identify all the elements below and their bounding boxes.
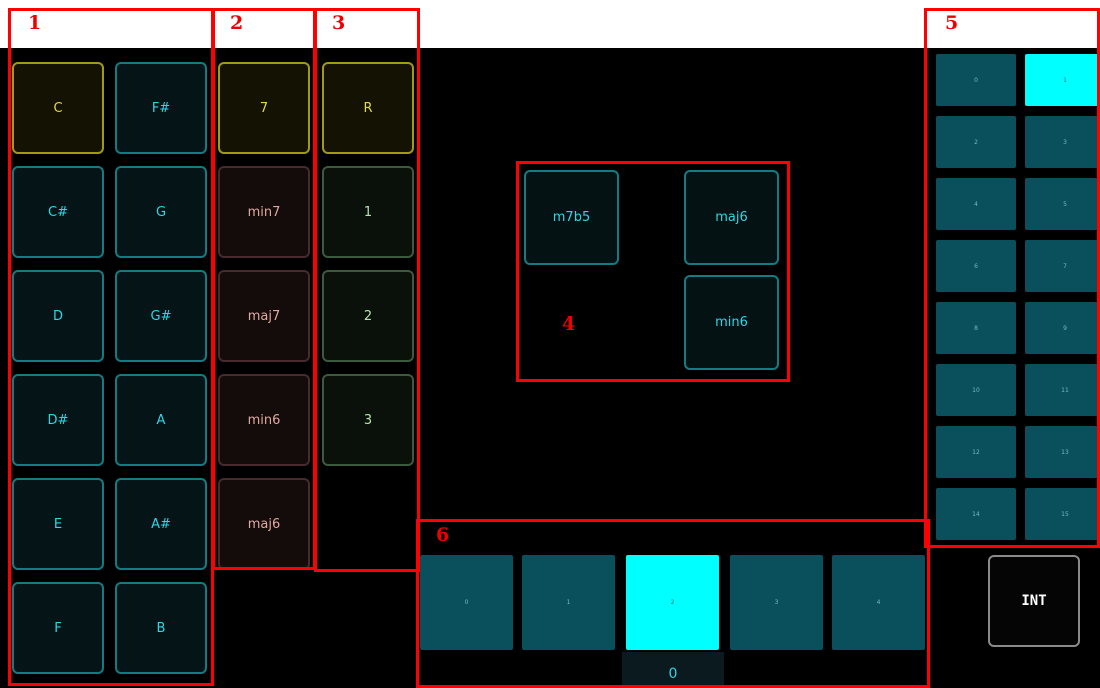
step-button-1[interactable]: 1 <box>522 555 615 650</box>
quality-button-maj6[interactable]: maj6 <box>218 478 310 570</box>
inversion-button-r[interactable]: R <box>322 62 414 154</box>
bank-button-5[interactable]: 5 <box>1025 178 1100 230</box>
bank-button-1[interactable]: 1 <box>1025 54 1100 106</box>
quality-button-min7[interactable]: min7 <box>218 166 310 258</box>
inversion-button-3[interactable]: 3 <box>322 374 414 466</box>
note-button-d-sharp[interactable]: D# <box>12 374 104 466</box>
step-button-0[interactable]: 0 <box>420 555 513 650</box>
inversion-button-1[interactable]: 1 <box>322 166 414 258</box>
note-button-e[interactable]: E <box>12 478 104 570</box>
note-button-c-sharp[interactable]: C# <box>12 166 104 258</box>
step-button-2[interactable]: 2 <box>626 555 719 650</box>
quality-button-min6[interactable]: min6 <box>218 374 310 466</box>
bank-button-6[interactable]: 6 <box>936 240 1016 292</box>
annotation-label-3: 3 <box>332 12 346 34</box>
bank-button-4[interactable]: 4 <box>936 178 1016 230</box>
bank-button-3[interactable]: 3 <box>1025 116 1100 168</box>
note-button-a[interactable]: A <box>115 374 207 466</box>
inversion-button-2[interactable]: 2 <box>322 270 414 362</box>
quality-button-7[interactable]: 7 <box>218 62 310 154</box>
bank-button-10[interactable]: 10 <box>936 364 1016 416</box>
bank-button-2[interactable]: 2 <box>936 116 1016 168</box>
top-bar-center <box>420 0 928 48</box>
annotation-label-2: 2 <box>230 12 244 34</box>
note-button-a-sharp[interactable]: A# <box>115 478 207 570</box>
top-bar-left <box>0 0 420 48</box>
step-button-3[interactable]: 3 <box>730 555 823 650</box>
int-button[interactable]: INT <box>988 555 1080 647</box>
step-button-4[interactable]: 4 <box>832 555 925 650</box>
favorite-button-m7b5[interactable]: m7b5 <box>524 170 619 265</box>
sequence-value: 0 <box>668 666 678 682</box>
note-button-g-sharp[interactable]: G# <box>115 270 207 362</box>
annotation-label-4: 4 <box>562 313 576 335</box>
note-button-b[interactable]: B <box>115 582 207 674</box>
bank-button-15[interactable]: 15 <box>1025 488 1100 540</box>
favorite-button-min6[interactable]: min6 <box>684 275 779 370</box>
note-button-g[interactable]: G <box>115 166 207 258</box>
bank-button-9[interactable]: 9 <box>1025 302 1100 354</box>
annotation-label-5: 5 <box>945 12 959 34</box>
bank-button-8[interactable]: 8 <box>936 302 1016 354</box>
favorite-button-maj6[interactable]: maj6 <box>684 170 779 265</box>
annotation-label-6: 6 <box>436 524 450 546</box>
bank-button-0[interactable]: 0 <box>936 54 1016 106</box>
quality-button-maj7[interactable]: maj7 <box>218 270 310 362</box>
bank-button-12[interactable]: 12 <box>936 426 1016 478</box>
note-button-d[interactable]: D <box>12 270 104 362</box>
bank-button-11[interactable]: 11 <box>1025 364 1100 416</box>
bank-button-7[interactable]: 7 <box>1025 240 1100 292</box>
note-button-c[interactable]: C <box>12 62 104 154</box>
bank-button-13[interactable]: 13 <box>1025 426 1100 478</box>
note-button-f-sharp[interactable]: F# <box>115 62 207 154</box>
note-button-f[interactable]: F <box>12 582 104 674</box>
bank-button-14[interactable]: 14 <box>936 488 1016 540</box>
annotation-label-1: 1 <box>28 12 42 34</box>
